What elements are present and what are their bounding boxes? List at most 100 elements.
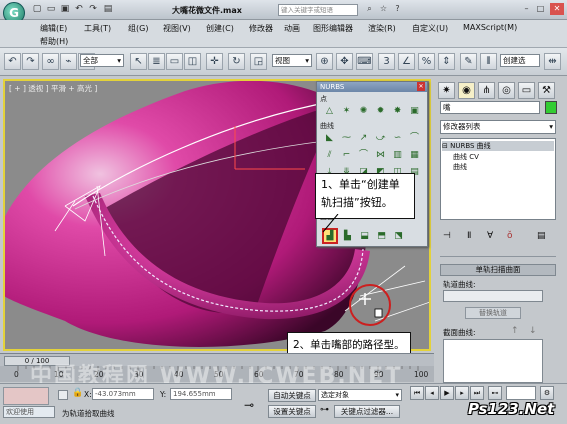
mirror-icon[interactable]: ⫴ xyxy=(480,53,497,70)
reference-coordinate-dropdown[interactable]: 视图 ▾ xyxy=(272,54,312,67)
offset-point-icon[interactable]: ✶ xyxy=(340,105,353,118)
link-icon[interactable]: ∞ xyxy=(42,53,59,70)
mirror-curve-icon[interactable]: ⫽ xyxy=(323,149,336,162)
menu-views[interactable]: 视图(V) xyxy=(163,23,191,34)
set-key-button[interactable]: 设置关键点 xyxy=(268,405,316,418)
next-frame-icon[interactable]: ▸ xyxy=(455,386,469,400)
cv-curve-icon[interactable]: ◣ xyxy=(323,132,336,145)
stack-item-curve-cv[interactable]: 曲线 CV xyxy=(453,152,479,162)
menu-create[interactable]: 创建(C) xyxy=(206,23,234,34)
save-file-icon[interactable]: ▣ xyxy=(60,4,70,14)
move-up-icon[interactable]: ↑ xyxy=(511,326,519,336)
auto-key-button[interactable]: 自动关键点 xyxy=(268,389,316,402)
lock-selection-icon[interactable] xyxy=(58,390,68,400)
point-curve-icon[interactable]: ⁓ xyxy=(340,132,353,145)
u-rail-sweep-rollout-title[interactable]: 单轨扫描曲面 xyxy=(440,264,556,276)
curve-point-icon[interactable]: ✺ xyxy=(357,105,370,118)
minimize-button[interactable]: – xyxy=(521,3,532,15)
unlink-icon[interactable]: ⌁ xyxy=(60,53,77,70)
v-iso-curve-icon[interactable]: ▦ xyxy=(408,149,421,162)
keyboard-shortcut-icon[interactable]: ⌨ xyxy=(356,53,373,70)
current-frame-field[interactable] xyxy=(506,386,536,400)
blend-curve-icon[interactable]: ∽ xyxy=(391,132,404,145)
nurbs-toolbox-title[interactable]: NURBS xyxy=(317,82,427,92)
selected-dropdown[interactable]: 选定对象 ▾ xyxy=(318,389,402,401)
surface-surface-curve-icon[interactable]: ⋈ xyxy=(374,149,387,162)
subscription-icon[interactable]: ☆ xyxy=(378,3,389,15)
select-rotate-icon[interactable]: ↻ xyxy=(228,53,245,70)
window-crossing-icon[interactable]: ◫ xyxy=(184,53,201,70)
menu-rendering[interactable]: 渲染(R) xyxy=(368,23,396,34)
redo-icon[interactable]: ↷ xyxy=(88,4,98,14)
stack-item-nurbs-curve[interactable]: ⊟ NURBS 曲线 xyxy=(442,141,554,151)
play-icon[interactable]: ▶ xyxy=(440,386,454,400)
set-key-icon[interactable]: ⊸ xyxy=(244,398,254,412)
object-name-field[interactable]: 嘴 xyxy=(440,101,540,114)
y-coord-field[interactable]: 194.655mm xyxy=(170,388,232,400)
menu-animation[interactable]: 动画 xyxy=(284,23,300,34)
menu-edit[interactable]: 编辑(E) xyxy=(40,23,67,34)
pivot-center-icon[interactable]: ⊕ xyxy=(316,53,333,70)
create-tab-icon[interactable]: ✷ xyxy=(438,82,455,99)
replace-rail-button[interactable]: 替换轨道 xyxy=(465,307,521,319)
create-fillet-surface-icon[interactable]: ⬔ xyxy=(392,230,405,243)
create-multisided-blend-icon[interactable]: ⬓ xyxy=(358,230,371,243)
undo-icon[interactable]: ↶ xyxy=(74,4,84,14)
show-end-result-icon[interactable]: Ⅱ xyxy=(467,231,471,241)
selection-lock-icon[interactable]: 🔒 xyxy=(72,388,83,398)
make-unique-icon[interactable]: ∀ xyxy=(487,231,493,241)
hierarchy-tab-icon[interactable]: ⋔ xyxy=(478,82,495,99)
close-icon[interactable]: ✕ xyxy=(417,82,425,91)
x-coord-field[interactable]: -43.073mm xyxy=(92,388,154,400)
redo-icon[interactable]: ↷ xyxy=(22,53,39,70)
transform-curve-icon[interactable]: ⤻ xyxy=(374,132,387,145)
search-input[interactable]: 键入关键字或短语 xyxy=(278,4,358,16)
section-curves-list[interactable] xyxy=(443,339,543,383)
rectangle-selection-icon[interactable]: ▭ xyxy=(166,53,183,70)
configure-modifier-sets-icon[interactable]: ▤ xyxy=(537,231,546,241)
rail-curve-field[interactable] xyxy=(443,290,543,302)
go-to-start-icon[interactable]: ⏮ xyxy=(410,386,424,400)
maxscript-listener[interactable] xyxy=(3,387,49,405)
align-icon[interactable]: ⇹ xyxy=(544,53,561,70)
maximize-button[interactable]: □ xyxy=(535,3,546,15)
select-manipulate-icon[interactable]: ✥ xyxy=(336,53,353,70)
selection-filter-dropdown[interactable]: 全部 ▾ xyxy=(80,54,124,67)
snap-toggle-icon[interactable]: 3 xyxy=(378,53,395,70)
select-by-name-icon[interactable]: ≣ xyxy=(148,53,165,70)
undo-icon[interactable]: ↶ xyxy=(4,53,21,70)
remove-modifier-icon[interactable]: ǒ xyxy=(507,231,513,241)
modify-tab-icon[interactable]: ◉ xyxy=(458,82,475,99)
previous-frame-icon[interactable]: ◂ xyxy=(425,386,439,400)
surface-curve-point-icon[interactable]: ▣ xyxy=(408,105,421,118)
move-down-icon[interactable]: ↓ xyxy=(529,326,537,336)
edit-named-selection-icon[interactable]: ✎ xyxy=(460,53,477,70)
display-tab-icon[interactable]: ▭ xyxy=(518,82,535,99)
new-file-icon[interactable]: ▢ xyxy=(32,4,42,14)
pin-stack-icon[interactable]: ⊣ xyxy=(443,231,451,241)
stack-item-curve[interactable]: 曲线 xyxy=(453,162,467,172)
close-button[interactable]: ✕ xyxy=(550,3,564,15)
menu-customize[interactable]: 自定义(U) xyxy=(412,23,448,34)
named-selection-sets-dropdown[interactable]: 创建选 xyxy=(500,54,540,67)
go-to-end-icon[interactable]: ⏭ xyxy=(470,386,484,400)
select-scale-icon[interactable]: ◲ xyxy=(250,53,267,70)
menu-graph-editors[interactable]: 图形编辑器 xyxy=(313,23,353,34)
u-iso-curve-icon[interactable]: ▥ xyxy=(391,149,404,162)
modifier-list-dropdown[interactable]: 修改器列表 ▾ xyxy=(440,120,556,134)
binoculars-icon[interactable]: ⌕ xyxy=(364,3,375,15)
percent-snap-icon[interactable]: % xyxy=(418,53,435,70)
viewport-label[interactable]: [ + ] 透视 ] 平滑 + 高光 ] xyxy=(9,83,97,94)
help-icon[interactable]: ? xyxy=(392,3,403,15)
utilities-tab-icon[interactable]: ⚒ xyxy=(538,82,555,99)
spinner-snap-icon[interactable]: ⇕ xyxy=(438,53,455,70)
menu-modifiers[interactable]: 修改器 xyxy=(249,23,273,34)
fit-curve-icon[interactable]: ↗ xyxy=(357,132,370,145)
chamfer-curve-icon[interactable]: ⌐ xyxy=(340,149,353,162)
open-file-icon[interactable]: ▭ xyxy=(46,4,56,14)
curve-curve-point-icon[interactable]: ✹ xyxy=(374,105,387,118)
project-folder-icon[interactable]: ▤ xyxy=(103,4,113,14)
menu-maxscript[interactable]: MAXScript(M) xyxy=(463,23,517,32)
motion-tab-icon[interactable]: ◎ xyxy=(498,82,515,99)
select-move-icon[interactable]: ✛ xyxy=(206,53,223,70)
